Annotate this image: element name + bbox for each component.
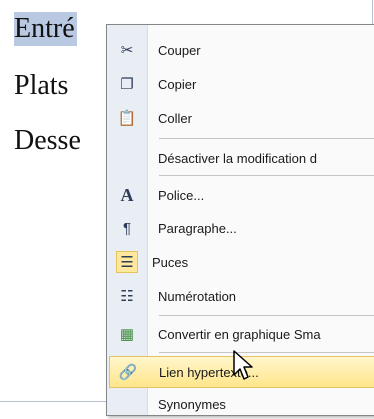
menu-separator <box>159 138 374 139</box>
menu-item-label: Coller <box>158 110 192 126</box>
menu-item-label: Couper <box>158 42 201 58</box>
smartart-icon: ▦ <box>119 326 135 343</box>
blank-icon-slot <box>109 389 145 419</box>
doc-line-entree[interactable]: Entré <box>14 12 77 46</box>
menu-item-label: Copier <box>158 76 197 92</box>
menu-item-copy[interactable]: ❐ Copier <box>109 69 374 99</box>
paste-icon: 📋 <box>117 110 137 127</box>
menu-separator <box>159 175 374 176</box>
menu-item-label: Numérotation <box>158 288 237 304</box>
menu-item-paragraph[interactable]: ¶ Paragraphe... <box>109 213 374 243</box>
menu-item-bullets[interactable]: ☰ Puces <box>109 247 374 277</box>
numbering-icon: ☷ <box>120 288 134 305</box>
menu-item-cut[interactable]: ✂ Couper <box>109 35 374 65</box>
menu-separator <box>159 315 374 316</box>
menu-item-label: Synonymes <box>158 396 226 412</box>
hyperlink-icon: 🔗 <box>118 364 138 381</box>
menu-item-font[interactable]: A Police... <box>109 180 374 210</box>
doc-line-plats[interactable]: Plats <box>14 69 68 103</box>
copy-icon: ❐ <box>120 76 134 93</box>
font-icon: A <box>120 184 134 205</box>
blank-icon-slot <box>109 143 145 173</box>
menu-item-label: Désactiver la modification d <box>158 150 317 166</box>
menu-item-label: Police... <box>158 187 205 203</box>
menu-item-paste[interactable]: 📋 Coller <box>109 103 374 133</box>
menu-item-label: Paragraphe... <box>158 220 237 236</box>
menu-item-convert-smartart[interactable]: ▦ Convertir en graphique Sma <box>109 319 374 349</box>
menu-item-synonyms[interactable]: Synonymes <box>109 389 374 419</box>
menu-item-label: Convertir en graphique Sma <box>158 326 321 342</box>
scissors-icon: ✂ <box>120 42 134 59</box>
menu-item-disable-editing[interactable]: Désactiver la modification d <box>109 143 374 173</box>
bullets-icon: ☰ <box>116 251 138 273</box>
menu-separator <box>159 352 374 353</box>
doc-line-desserts[interactable]: Desse <box>14 124 81 158</box>
mouse-cursor-icon <box>233 350 253 380</box>
menu-item-label: Puces <box>152 254 189 270</box>
paragraph-icon: ¶ <box>122 219 132 237</box>
menu-item-numbering[interactable]: ☷ Numérotation <box>109 281 374 311</box>
